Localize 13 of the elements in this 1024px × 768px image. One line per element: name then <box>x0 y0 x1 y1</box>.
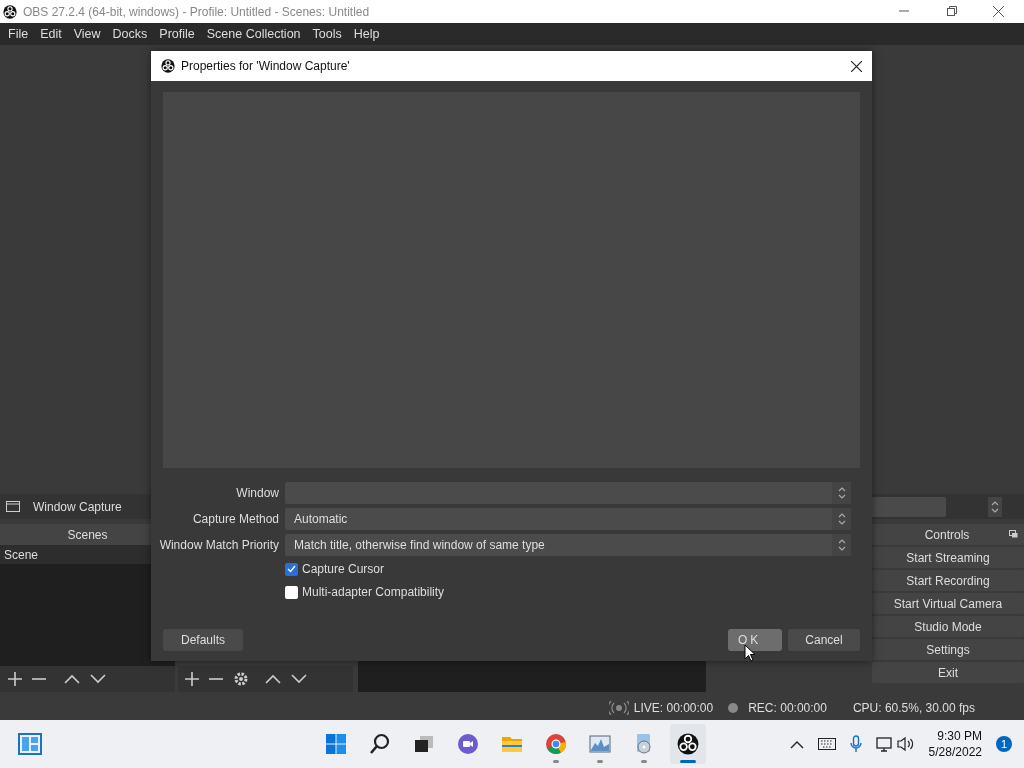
source-name: Window Capture <box>33 498 122 516</box>
field-label: Window <box>235 484 279 502</box>
checkbox-label: Multi-adapter Compatibility <box>302 584 445 601</box>
dialog-title: Properties for 'Window Capture' <box>181 58 350 75</box>
live-time: LIVE: 00:00:00 <box>633 700 714 717</box>
dropdown-value: Match title, otherwise find window of same type <box>294 536 545 554</box>
cpu-stats: CPU: 60.5%, 30.00 fps <box>852 700 975 717</box>
window-title: OBS 27.2.4 (64-bit, windows) - Profile: Untitled - Scenes: Untitled <box>23 3 370 21</box>
dropdown-value: Automatic <box>294 510 348 528</box>
rec-time: REC: 00:00:00 <box>748 700 827 717</box>
field-label: Capture Method <box>191 510 279 528</box>
checkbox-label: Capture Cursor <box>302 561 385 578</box>
dock-title: Controls <box>924 526 970 544</box>
